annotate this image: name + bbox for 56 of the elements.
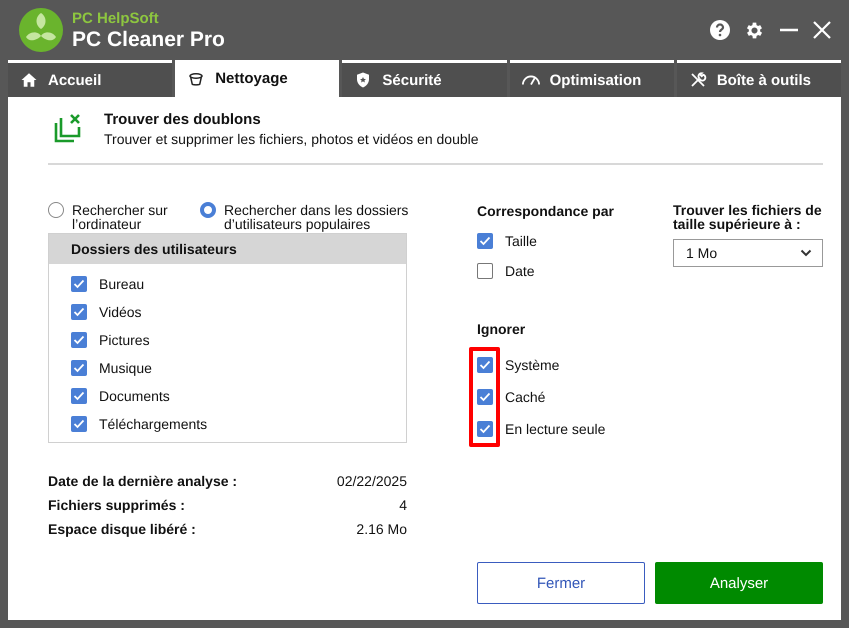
stat-value: 4 [399,497,407,513]
checkbox[interactable] [71,388,87,404]
close-button[interactable]: Fermer [477,562,645,604]
checkbox[interactable] [477,421,493,437]
checkbox[interactable] [477,357,493,373]
stat-value: 02/22/2025 [336,473,407,489]
logo-icon [18,7,64,53]
checkbox[interactable] [477,389,493,405]
checkbox[interactable] [71,360,87,376]
radio-button[interactable] [200,202,216,218]
tab[interactable]: Boîte à outils [676,60,842,97]
checkbox[interactable] [477,263,493,279]
gauge-icon [522,74,540,86]
checkbox-label: Caché [505,389,546,405]
help-icon[interactable] [710,20,730,40]
panel-heading: Dossiers des utilisateurs [49,234,406,264]
checkbox-label: Système [505,357,560,373]
tab[interactable]: Optimisation [510,60,674,97]
stat-label: Date de la dernière analyse : [48,473,238,489]
chevron-icon [800,249,812,257]
checkbox[interactable] [71,416,87,432]
checkbox-label: Pictures [99,332,150,348]
stat-label: Espace disque libéré : [48,521,196,537]
checkbox-label: Date [505,263,535,279]
field-label: Trouver les fichiers de taille supérieure à : [673,203,823,231]
checkbox-label: Bureau [99,276,144,292]
close-icon[interactable] [813,21,831,39]
brand-name: PC HelpSoft [72,10,160,26]
checkbox[interactable] [71,332,87,348]
checkbox[interactable] [71,276,87,292]
tab[interactable]: Accueil [8,60,172,97]
checkbox[interactable] [477,233,493,249]
tab[interactable]: Nettoyage [175,60,340,97]
checkbox-label: En lecture seule [505,421,606,437]
checkbox[interactable] [71,304,87,320]
stat-value: 2.16 Mo [356,521,407,537]
size-dropdown[interactable]: 1 Mo [673,239,823,267]
tab[interactable]: Sécurité [342,60,507,97]
section-title: Trouver des doublons [104,111,262,128]
section-subtitle: Trouver et supprimer les fichiers, photos et vidéos en double [104,131,479,147]
tools-icon [688,71,707,89]
app-title: PC Cleaner Pro [72,28,225,50]
checkbox-label: Documents [99,388,170,404]
analyze-button[interactable]: Analyser [655,562,823,604]
radio-label: Rechercher dans les dossiers d’utilisateurs populaires [224,203,410,231]
settings-icon[interactable] [744,20,765,40]
checkbox-label: Musique [99,360,152,376]
radio-button[interactable] [48,202,64,218]
checkbox-label: Taille [505,233,537,249]
checkbox-label: Téléchargements [99,416,208,432]
checkbox-label: Vidéos [99,304,142,320]
section-heading: Correspondance par [477,203,615,219]
stat-label: Fichiers supprimés : [48,497,185,513]
home-icon [20,71,38,89]
radio-label: Rechercher sur l’ordinateur [72,203,169,231]
section-heading: Ignorer [477,321,526,337]
